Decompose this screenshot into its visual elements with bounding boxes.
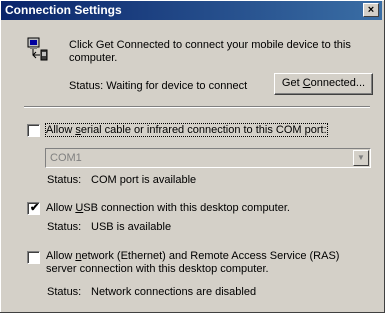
serial-status-label: Status:: [47, 174, 82, 186]
usb-label[interactable]: Allow USB connection with this desktop c…: [46, 202, 290, 214]
network-label[interactable]: Allow network (Ethernet) and Remote Acce…: [46, 250, 346, 276]
close-icon: ×: [367, 4, 375, 16]
get-connected-label-suffix: onnected...: [310, 77, 366, 89]
get-connected-mnemonic: C: [302, 77, 311, 89]
usb-checkbox[interactable]: ✔: [27, 202, 40, 215]
usb-status-label: Status:: [47, 221, 82, 233]
serial-label-prefix: Allow: [46, 124, 76, 136]
connection-settings-dialog: Connection Settings × Click Get Connecte…: [0, 0, 385, 313]
network-status-value: Network connections are disabled: [91, 286, 257, 298]
header-instructions: Click Get Connected to connect your mobi…: [69, 39, 351, 64]
get-connected-label-prefix: Get: [281, 77, 303, 89]
title-bar[interactable]: Connection Settings ×: [1, 1, 382, 20]
serial-label-suffix: erial cable or infrared connection to th…: [80, 124, 327, 136]
serial-label[interactable]: Allow serial cable or infrared connectio…: [45, 123, 328, 137]
usb-label-suffix: SB connection with this desktop computer…: [83, 202, 290, 214]
checkmark-icon: ✔: [30, 202, 40, 214]
chevron-down-icon[interactable]: ▼: [353, 150, 369, 166]
serial-status-value: COM port is available: [91, 174, 197, 186]
network-checkbox[interactable]: [27, 251, 40, 264]
close-button[interactable]: ×: [363, 3, 379, 17]
usb-status-value: USB is available: [91, 221, 172, 233]
network-status-label: Status:: [47, 286, 82, 298]
dialog-title: Connection Settings: [5, 3, 122, 17]
device-connection-icon: [27, 37, 48, 61]
usb-label-prefix: Allow: [46, 202, 76, 214]
com-port-dropdown[interactable]: COM1 ▼: [45, 148, 371, 168]
serial-checkbox[interactable]: [27, 124, 40, 137]
get-connected-button[interactable]: Get Connected...: [274, 73, 373, 95]
com-port-value: COM1: [50, 152, 82, 164]
header-separator: [24, 106, 370, 108]
device-status-text: Status: Waiting for device to connect: [69, 80, 248, 92]
network-label-prefix: Allow: [46, 250, 76, 262]
network-label-suffix: etwork (Ethernet) and Remote Access Serv…: [46, 250, 340, 275]
